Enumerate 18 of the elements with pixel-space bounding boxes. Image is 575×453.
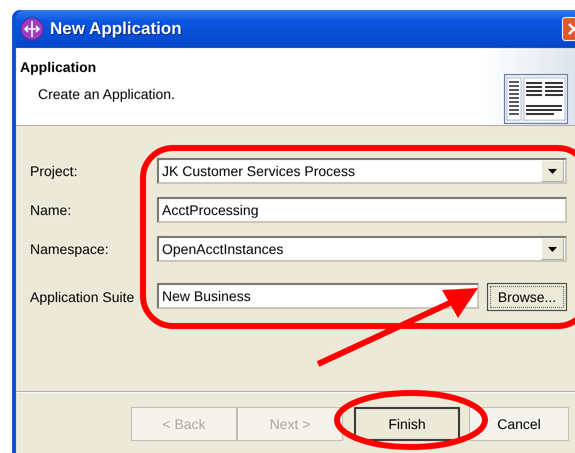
wizard-button[interactable]: Finish [354,407,460,441]
field-label: Project: [30,163,78,179]
document-list-icon [504,74,568,124]
combo-box[interactable]: OpenAcctInstances [157,236,567,262]
field-label: Name: [30,202,72,218]
wizard-button[interactable]: Cancel [469,407,569,441]
dropdown-icon[interactable] [541,238,564,260]
browse-button[interactable]: Browse... [487,283,567,311]
app-icon [20,17,44,41]
field-label: Namespace: [30,241,110,257]
page-description: Create an Application. [38,86,175,102]
page-title: Application [20,59,98,75]
input-field[interactable]: AcctProcessing [157,197,567,223]
combo-box[interactable]: JK Customer Services Process [157,158,567,184]
field-label: Application Suite [30,289,136,305]
input-field[interactable]: New Business [157,283,479,309]
dropdown-icon[interactable] [541,160,564,182]
window-title: New Application [50,19,183,39]
